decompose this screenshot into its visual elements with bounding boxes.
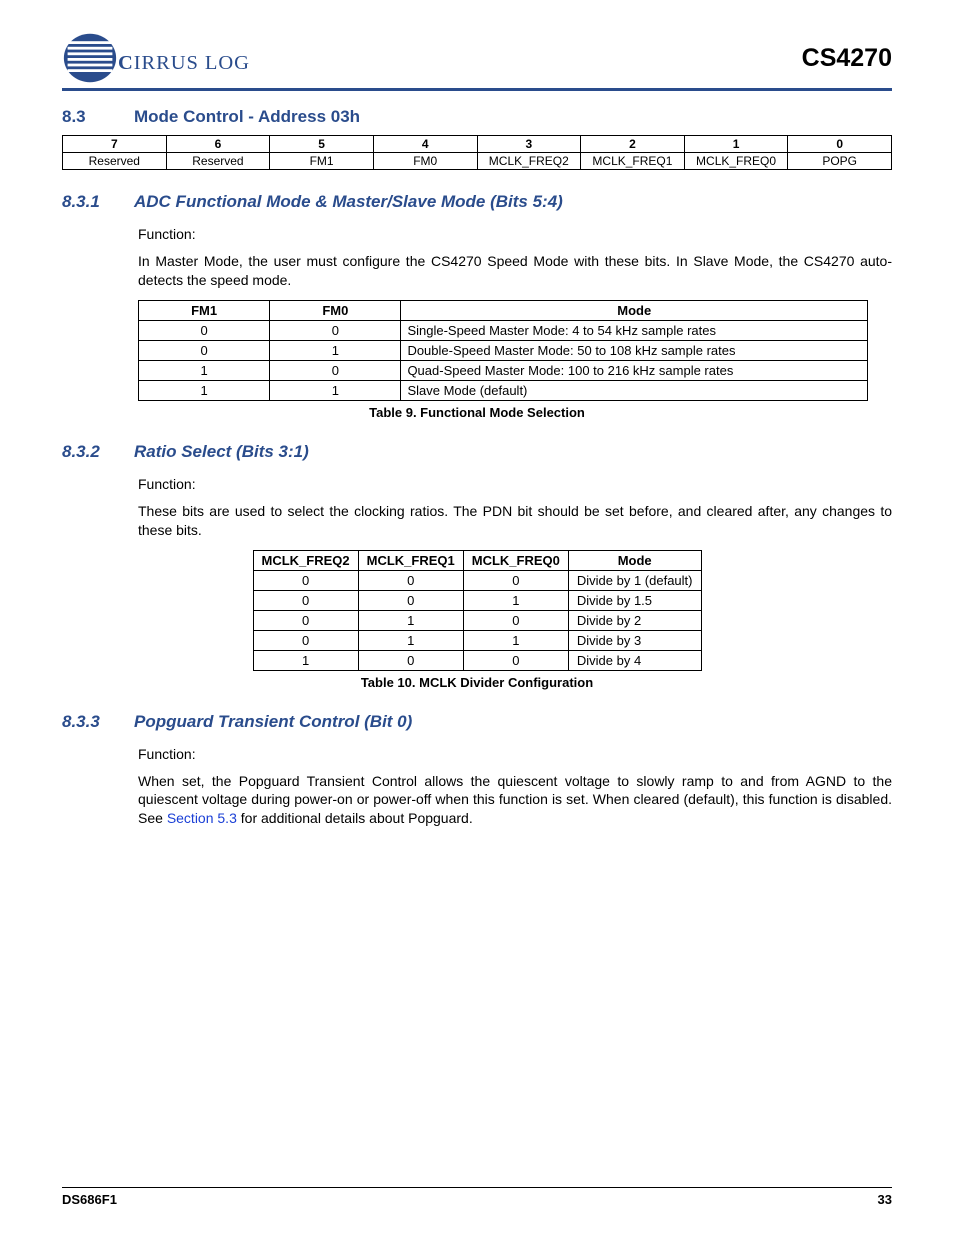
section-5-3-link[interactable]: Section 5.3 [167,810,237,826]
body-paragraph: These bits are used to select the clocki… [138,502,892,540]
function-label: Function: [138,746,892,762]
table-row: 011Divide by 3 [253,630,701,650]
bit-cell: MCLK_FREQ0 [684,153,788,170]
subsection-title: Popguard Transient Control (Bit 0) [134,712,412,731]
bit-cell: POPG [788,153,892,170]
table-header: MCLK_FREQ0 [463,550,568,570]
table-header: MCLK_FREQ2 [253,550,358,570]
bit-header: 0 [788,136,892,153]
table-row: 000Divide by 1 (default) [253,570,701,590]
table-row: 10Quad-Speed Master Mode: 100 to 216 kHz… [139,360,868,380]
bit-cell: FM1 [270,153,374,170]
section-number: 8.3 [62,107,134,127]
table-row: 100Divide by 4 [253,650,701,670]
subsection-number: 8.3.2 [62,442,134,462]
bit-cell: Reserved [166,153,270,170]
mclk-divider-table: MCLK_FREQ2 MCLK_FREQ1 MCLK_FREQ0 Mode 00… [253,550,702,671]
table-caption: Table 9. Functional Mode Selection [62,405,892,420]
table-header: Mode [568,550,701,570]
page-number: 33 [878,1192,892,1207]
brand-logo: CIRRUS LOGIC® [62,30,249,86]
table-header: FM1 [139,300,270,320]
part-number: CS4270 [802,44,892,73]
table-row: 010Divide by 2 [253,610,701,630]
bit-header: 4 [373,136,477,153]
table-row: 001Divide by 1.5 [253,590,701,610]
bit-header: 7 [63,136,167,153]
functional-mode-table: FM1 FM0 Mode 00Single-Speed Master Mode:… [138,300,868,401]
subsection-number: 8.3.1 [62,192,134,212]
bit-header: 3 [477,136,581,153]
bit-header: 2 [581,136,685,153]
section-heading-8-3: 8.3Mode Control - Address 03h [62,107,892,127]
page-footer: DS686F1 33 [62,1187,892,1207]
subsection-heading-8-3-2: 8.3.2Ratio Select (Bits 3:1) [62,442,892,462]
subsection-title: Ratio Select (Bits 3:1) [134,442,309,461]
brand-text: IRRUS LOGIC [134,52,249,74]
body-text-post: for additional details about Popguard. [237,810,473,826]
bit-cell: MCLK_FREQ2 [477,153,581,170]
table-header: Mode [401,300,868,320]
table-row: 01Double-Speed Master Mode: 50 to 108 kH… [139,340,868,360]
bit-header: 5 [270,136,374,153]
subsection-heading-8-3-1: 8.3.1ADC Functional Mode & Master/Slave … [62,192,892,212]
cirrus-logic-logo-icon: CIRRUS LOGIC® [62,30,249,86]
body-paragraph: In Master Mode, the user must configure … [138,252,892,290]
subsection-heading-8-3-3: 8.3.3Popguard Transient Control (Bit 0) [62,712,892,732]
svg-text:CIRRUS LOGIC®: CIRRUS LOGIC® [118,52,249,74]
page-header: CIRRUS LOGIC® CS4270 [62,30,892,91]
table-row: 11Slave Mode (default) [139,380,868,400]
bit-header: 6 [166,136,270,153]
table-header: MCLK_FREQ1 [358,550,463,570]
bit-cell: FM0 [373,153,477,170]
bit-cell: MCLK_FREQ1 [581,153,685,170]
bit-cell: Reserved [63,153,167,170]
function-label: Function: [138,226,892,242]
subsection-title: ADC Functional Mode & Master/Slave Mode … [134,192,563,211]
subsection-number: 8.3.3 [62,712,134,732]
section-title: Mode Control - Address 03h [134,107,360,126]
table-caption: Table 10. MCLK Divider Configuration [62,675,892,690]
body-paragraph: When set, the Popguard Transient Control… [138,772,892,829]
table-header: FM0 [270,300,401,320]
document-id: DS686F1 [62,1192,117,1207]
table-row: 00Single-Speed Master Mode: 4 to 54 kHz … [139,320,868,340]
function-label: Function: [138,476,892,492]
bits-register-table: 7 6 5 4 3 2 1 0 Reserved Reserved FM1 FM… [62,135,892,170]
bit-header: 1 [684,136,788,153]
